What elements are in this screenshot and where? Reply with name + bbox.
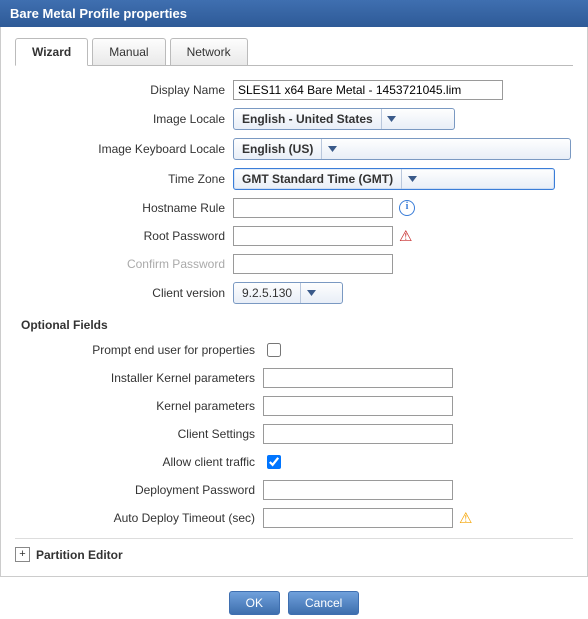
client-settings-input[interactable] xyxy=(263,424,453,444)
dialog-body: Wizard Manual Network Display Name Image… xyxy=(0,27,588,577)
chevron-down-icon xyxy=(300,283,321,303)
display-name-label: Display Name xyxy=(15,83,233,97)
warning-icon: ⚠ xyxy=(399,227,412,245)
image-locale-label: Image Locale xyxy=(15,112,233,126)
kernel-params-input[interactable] xyxy=(263,396,453,416)
ok-button[interactable]: OK xyxy=(229,591,280,615)
client-settings-label: Client Settings xyxy=(15,427,263,441)
cancel-button[interactable]: Cancel xyxy=(288,591,359,615)
window-title: Bare Metal Profile properties xyxy=(0,0,588,27)
installer-kernel-params-label: Installer Kernel parameters xyxy=(15,371,263,385)
prompt-end-user-label: Prompt end user for properties xyxy=(15,343,263,357)
image-locale-value: English - United States xyxy=(234,112,381,126)
root-password-label: Root Password xyxy=(15,229,233,243)
auto-deploy-timeout-label: Auto Deploy Timeout (sec) xyxy=(15,511,263,525)
hostname-rule-label: Hostname Rule xyxy=(15,201,233,215)
allow-client-traffic-checkbox[interactable] xyxy=(267,455,281,469)
keyboard-locale-dropdown[interactable]: English (US) xyxy=(233,138,571,160)
info-icon[interactable]: i xyxy=(399,200,415,216)
expand-icon[interactable]: + xyxy=(15,547,30,562)
deployment-password-input[interactable] xyxy=(263,480,453,500)
keyboard-locale-value: English (US) xyxy=(234,142,321,156)
hostname-rule-input[interactable] xyxy=(233,198,393,218)
client-version-value: 9.2.5.130 xyxy=(234,286,300,300)
kernel-params-label: Kernel parameters xyxy=(15,399,263,413)
time-zone-label: Time Zone xyxy=(15,172,233,186)
client-version-dropdown[interactable]: 9.2.5.130 xyxy=(233,282,343,304)
tab-strip: Wizard Manual Network xyxy=(15,37,573,66)
time-zone-dropdown[interactable]: GMT Standard Time (GMT) xyxy=(233,168,555,190)
image-locale-dropdown[interactable]: English - United States xyxy=(233,108,455,130)
confirm-password-label: Confirm Password xyxy=(15,257,233,271)
chevron-down-icon xyxy=(401,169,422,189)
tab-network[interactable]: Network xyxy=(170,38,248,65)
warning-icon: ⚠ xyxy=(459,509,472,527)
time-zone-value: GMT Standard Time (GMT) xyxy=(234,172,401,186)
client-version-label: Client version xyxy=(15,286,233,300)
display-name-input[interactable] xyxy=(233,80,503,100)
chevron-down-icon xyxy=(381,109,402,129)
auto-deploy-timeout-input[interactable] xyxy=(263,508,453,528)
tab-wizard[interactable]: Wizard xyxy=(15,38,88,66)
confirm-password-input[interactable] xyxy=(233,254,393,274)
optional-fields-header: Optional Fields xyxy=(21,318,573,332)
installer-kernel-params-input[interactable] xyxy=(263,368,453,388)
chevron-down-icon xyxy=(321,139,342,159)
deployment-password-label: Deployment Password xyxy=(15,483,263,497)
prompt-end-user-checkbox[interactable] xyxy=(267,343,281,357)
keyboard-locale-label: Image Keyboard Locale xyxy=(15,142,233,156)
tab-manual[interactable]: Manual xyxy=(92,38,165,65)
allow-client-traffic-label: Allow client traffic xyxy=(15,455,263,469)
partition-editor-label[interactable]: Partition Editor xyxy=(36,548,123,562)
root-password-input[interactable] xyxy=(233,226,393,246)
